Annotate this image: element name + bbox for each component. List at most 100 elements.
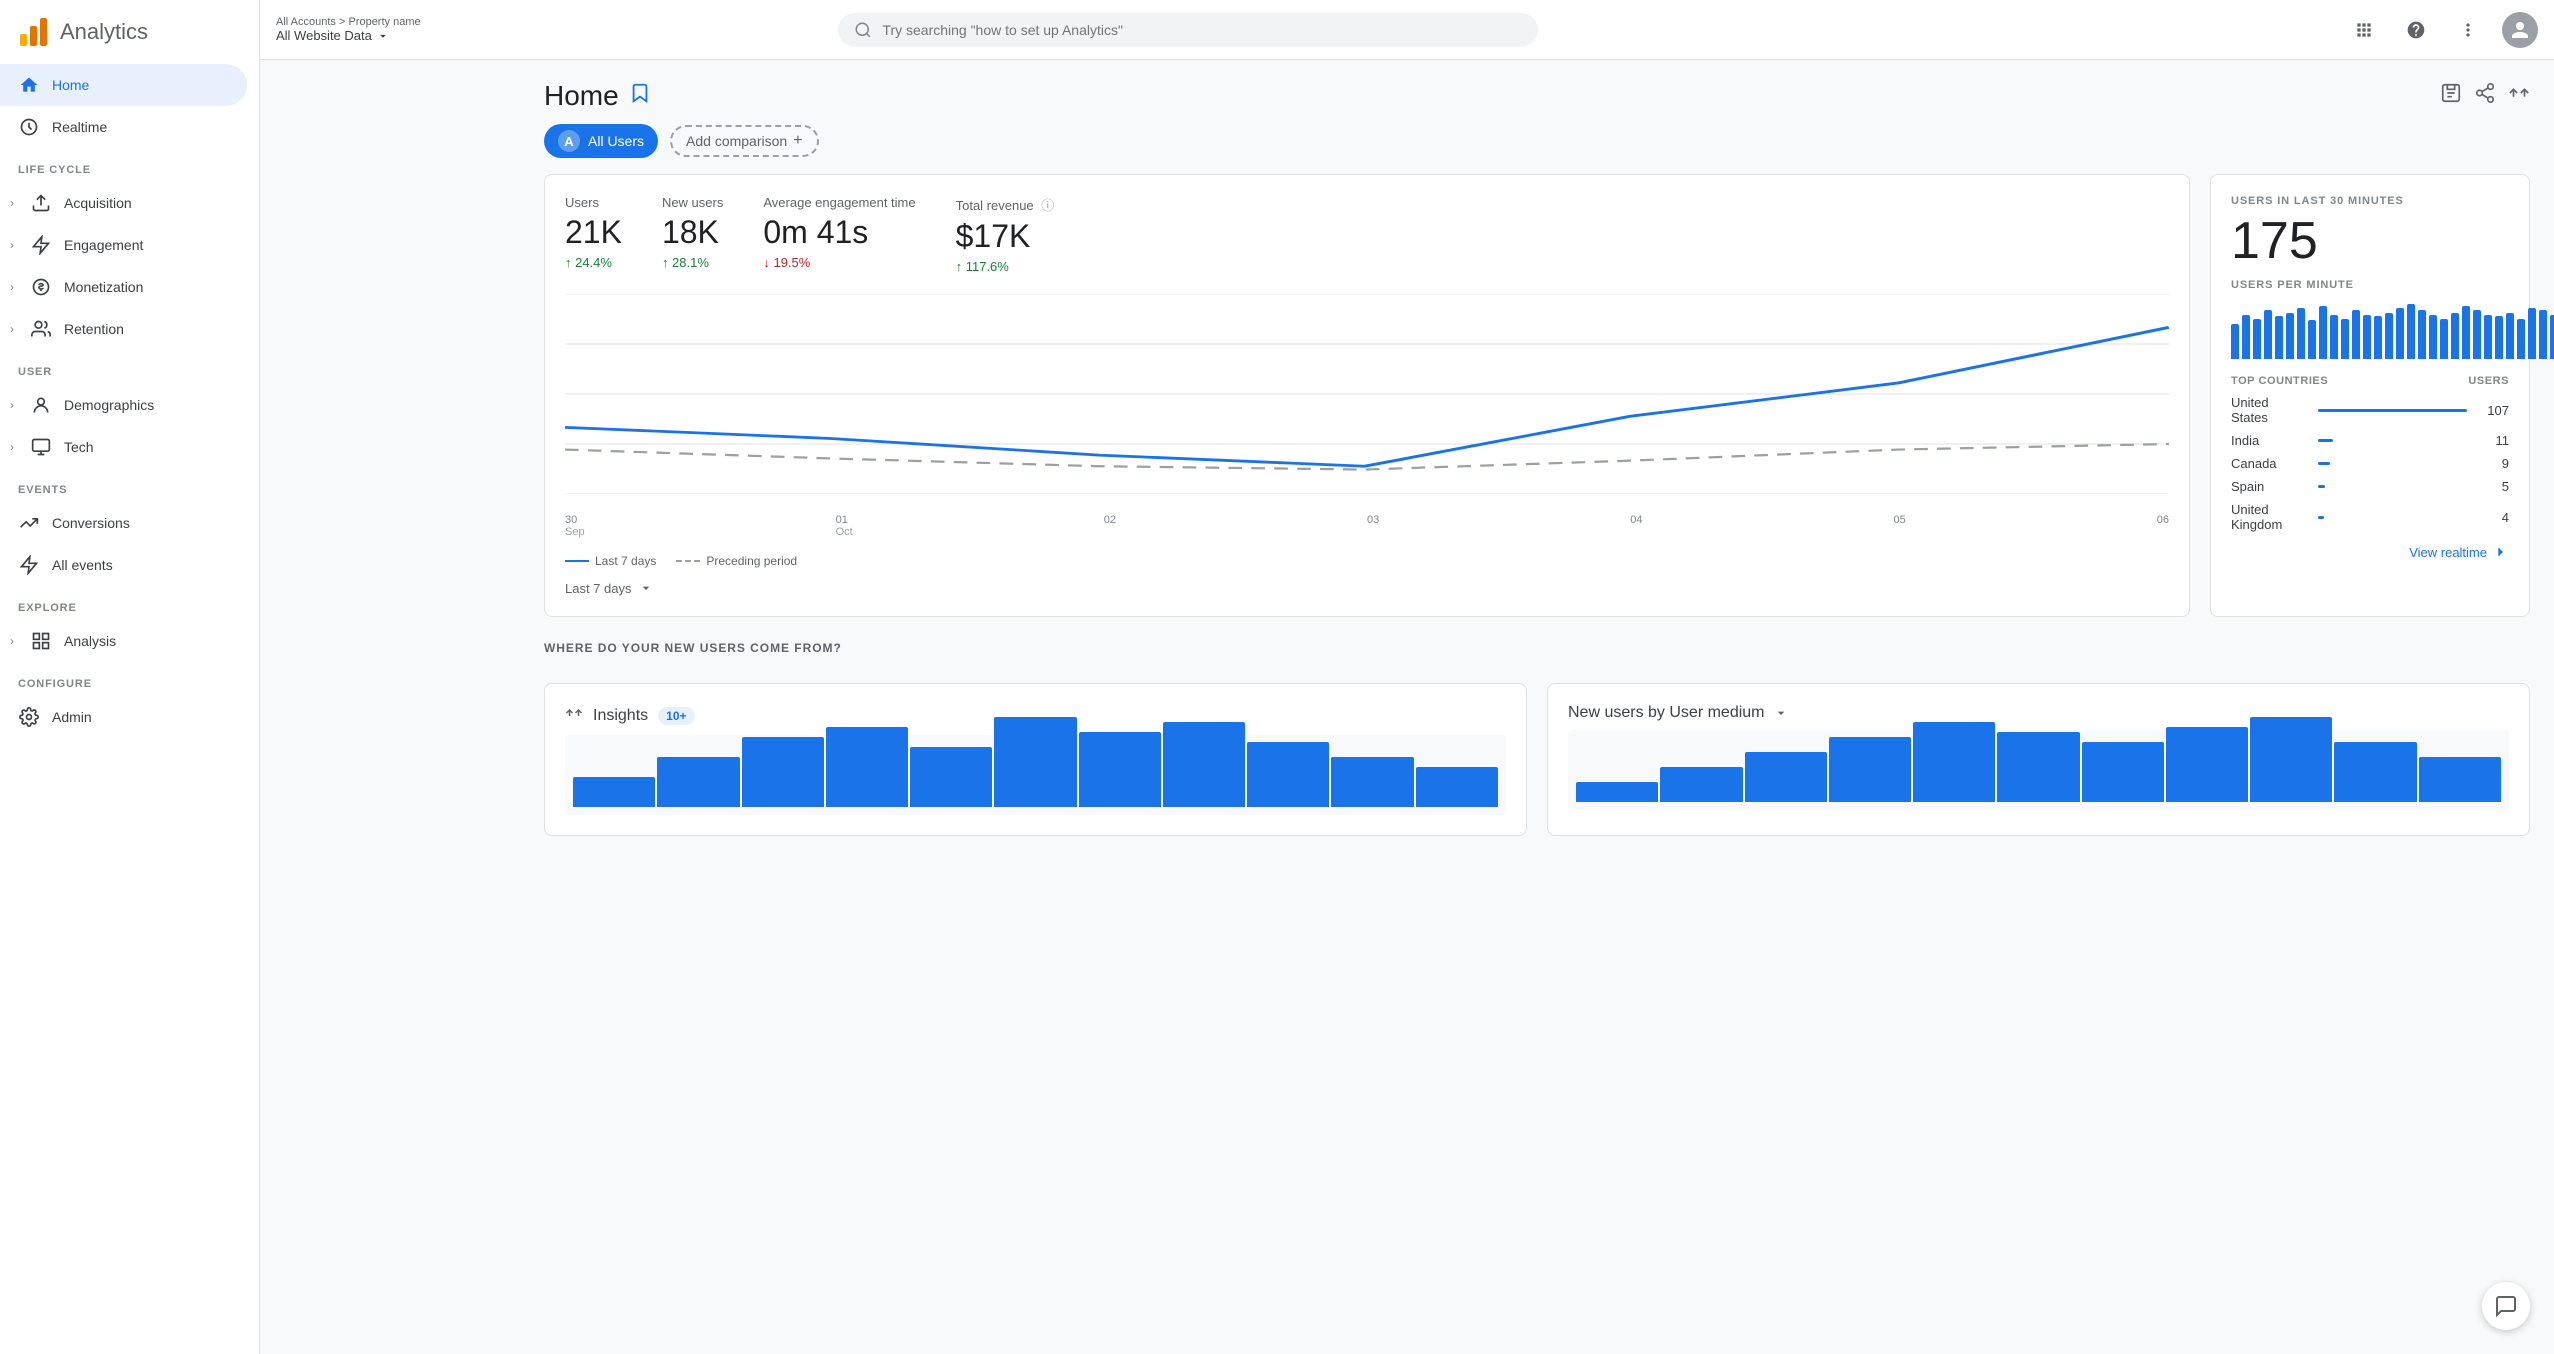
compare-icon[interactable] — [2508, 82, 2530, 110]
bar-mini-13 — [2374, 316, 2382, 359]
metric-new-users: New users 18K ↑ 28.1% — [662, 195, 723, 274]
bar-mini-8 — [2319, 306, 2327, 359]
sidebar-item-home[interactable]: Home — [0, 64, 247, 106]
insights-bar-3 — [826, 727, 908, 807]
insights-badge: 10+ — [658, 707, 694, 725]
country-bar-wrap-3 — [2318, 485, 2467, 488]
section-lifecycle: LIFE CYCLE — [0, 148, 259, 182]
new-users-medium-header[interactable]: New users by User medium — [1568, 704, 2509, 722]
new-users-bar-3 — [1829, 737, 1911, 802]
x-label-5: 05 — [1893, 514, 1905, 538]
top-row: Users 21K ↑ 24.4% New users 18K ↑ 28.1% … — [544, 174, 2530, 617]
arrow-right-icon — [2493, 544, 2509, 560]
sidebar-item-demographics[interactable]: › Demographics — [0, 384, 247, 426]
bar-mini-16 — [2407, 304, 2415, 359]
sidebar-item-monetization[interactable]: › Monetization — [0, 266, 247, 308]
sidebar-label-conversions: Conversions — [52, 515, 229, 531]
time-range-label: Last 7 days — [565, 581, 632, 596]
chart-area — [565, 294, 2169, 494]
all-events-icon — [18, 554, 40, 576]
sidebar-label-analysis: Analysis — [64, 633, 229, 649]
realtime-label: USERS IN LAST 30 MINUTES — [2231, 195, 2509, 207]
revenue-change: ↑ 117.6% — [956, 259, 1055, 274]
sidebar-label-home: Home — [52, 77, 229, 93]
sidebar-label-acquisition: Acquisition — [64, 195, 229, 211]
section-configure: CONFIGURE — [0, 662, 259, 696]
country-name-2: Canada — [2231, 456, 2306, 471]
search-input[interactable] — [882, 22, 1522, 38]
chart-svg — [565, 294, 2169, 494]
bar-mini-21 — [2462, 306, 2470, 359]
sidebar-item-engagement[interactable]: › Engagement — [0, 224, 247, 266]
bar-mini-1 — [2242, 315, 2250, 359]
admin-icon — [18, 706, 40, 728]
share-icon[interactable] — [2474, 82, 2496, 110]
property-name[interactable]: All Website Data — [276, 28, 421, 43]
chart-footer[interactable]: Last 7 days — [565, 580, 2169, 596]
sidebar-item-admin[interactable]: Admin — [0, 696, 247, 738]
insights-bar-6 — [1079, 732, 1161, 807]
sidebar-item-acquisition[interactable]: › Acquisition — [0, 182, 247, 224]
new-users-medium-label: New users by User medium — [1568, 704, 1765, 722]
new-users-bar-10 — [2419, 757, 2501, 802]
app-title: Analytics — [60, 19, 148, 45]
save-icon[interactable] — [2440, 82, 2462, 110]
realtime-count: 175 — [2231, 211, 2509, 271]
more-options-button[interactable] — [2450, 12, 2486, 48]
new-users-bar-5 — [1997, 732, 2079, 802]
apps-button[interactable] — [2346, 12, 2382, 48]
retention-icon — [30, 318, 52, 340]
country-row-4: United Kingdom 4 — [2231, 502, 2509, 532]
add-comparison-button[interactable]: Add comparison + — [670, 125, 819, 157]
view-realtime-button[interactable]: View realtime — [2231, 544, 2509, 560]
acquisition-icon — [30, 192, 52, 214]
sidebar-item-conversions[interactable]: Conversions — [0, 502, 247, 544]
sidebar-item-all-events[interactable]: All events — [0, 544, 247, 586]
metric-users: Users 21K ↑ 24.4% — [565, 195, 622, 274]
tech-icon — [30, 436, 52, 458]
account-info: All Accounts > Property name All Website… — [276, 16, 421, 43]
breadcrumb: All Accounts > Property name — [276, 16, 421, 28]
expand-icon-analysis: › — [10, 634, 14, 648]
bar-mini-5 — [2286, 313, 2294, 359]
section-events: EVENTS — [0, 468, 259, 502]
engagement-value: 0m 41s — [763, 214, 915, 251]
dropdown-chevron-icon-2 — [1773, 705, 1789, 721]
chat-bubble-button[interactable] — [2482, 1282, 2530, 1330]
view-realtime-label: View realtime — [2409, 545, 2487, 560]
bar-mini-10 — [2341, 319, 2349, 359]
help-button[interactable] — [2398, 12, 2434, 48]
bar-mini-29 — [2550, 315, 2554, 359]
all-users-chip[interactable]: A All Users — [544, 124, 658, 158]
x-label-1: 01Oct — [836, 514, 853, 538]
country-bar-wrap-2 — [2318, 462, 2467, 465]
sidebar-label-admin: Admin — [52, 709, 229, 725]
country-bar-wrap-1 — [2318, 439, 2467, 442]
bookmark-icon[interactable] — [629, 82, 651, 110]
expand-icon-monetization: › — [10, 280, 14, 294]
user-avatar[interactable] — [2502, 12, 2538, 48]
new-users-bar-2 — [1745, 752, 1827, 802]
sidebar-item-retention[interactable]: › Retention — [0, 308, 247, 350]
legend-dashed: Preceding period — [676, 554, 797, 568]
users-label: Users — [565, 195, 622, 210]
engagement-change: ↓ 19.5% — [763, 255, 915, 270]
expand-icon-tech: › — [10, 440, 14, 454]
country-count-1: 11 — [2479, 433, 2509, 448]
bar-mini-3 — [2264, 310, 2272, 359]
country-bar-2 — [2318, 462, 2330, 465]
insights-bar-0 — [573, 777, 655, 807]
page-title: Home — [544, 80, 619, 112]
search-bar[interactable] — [838, 13, 1538, 47]
legend-dashed-label: Preceding period — [706, 554, 797, 568]
x-label-6: 06 — [2157, 514, 2169, 538]
bar-mini-25 — [2506, 313, 2514, 359]
insights-bar-7 — [1163, 722, 1245, 807]
page-title-row: Home — [544, 80, 651, 112]
x-label-4: 04 — [1630, 514, 1642, 538]
bar-mini-15 — [2396, 308, 2404, 359]
bar-mini-11 — [2352, 310, 2360, 359]
sidebar-item-tech[interactable]: › Tech — [0, 426, 247, 468]
sidebar-item-analysis[interactable]: › Analysis — [0, 620, 247, 662]
sidebar-item-realtime[interactable]: Realtime — [0, 106, 247, 148]
